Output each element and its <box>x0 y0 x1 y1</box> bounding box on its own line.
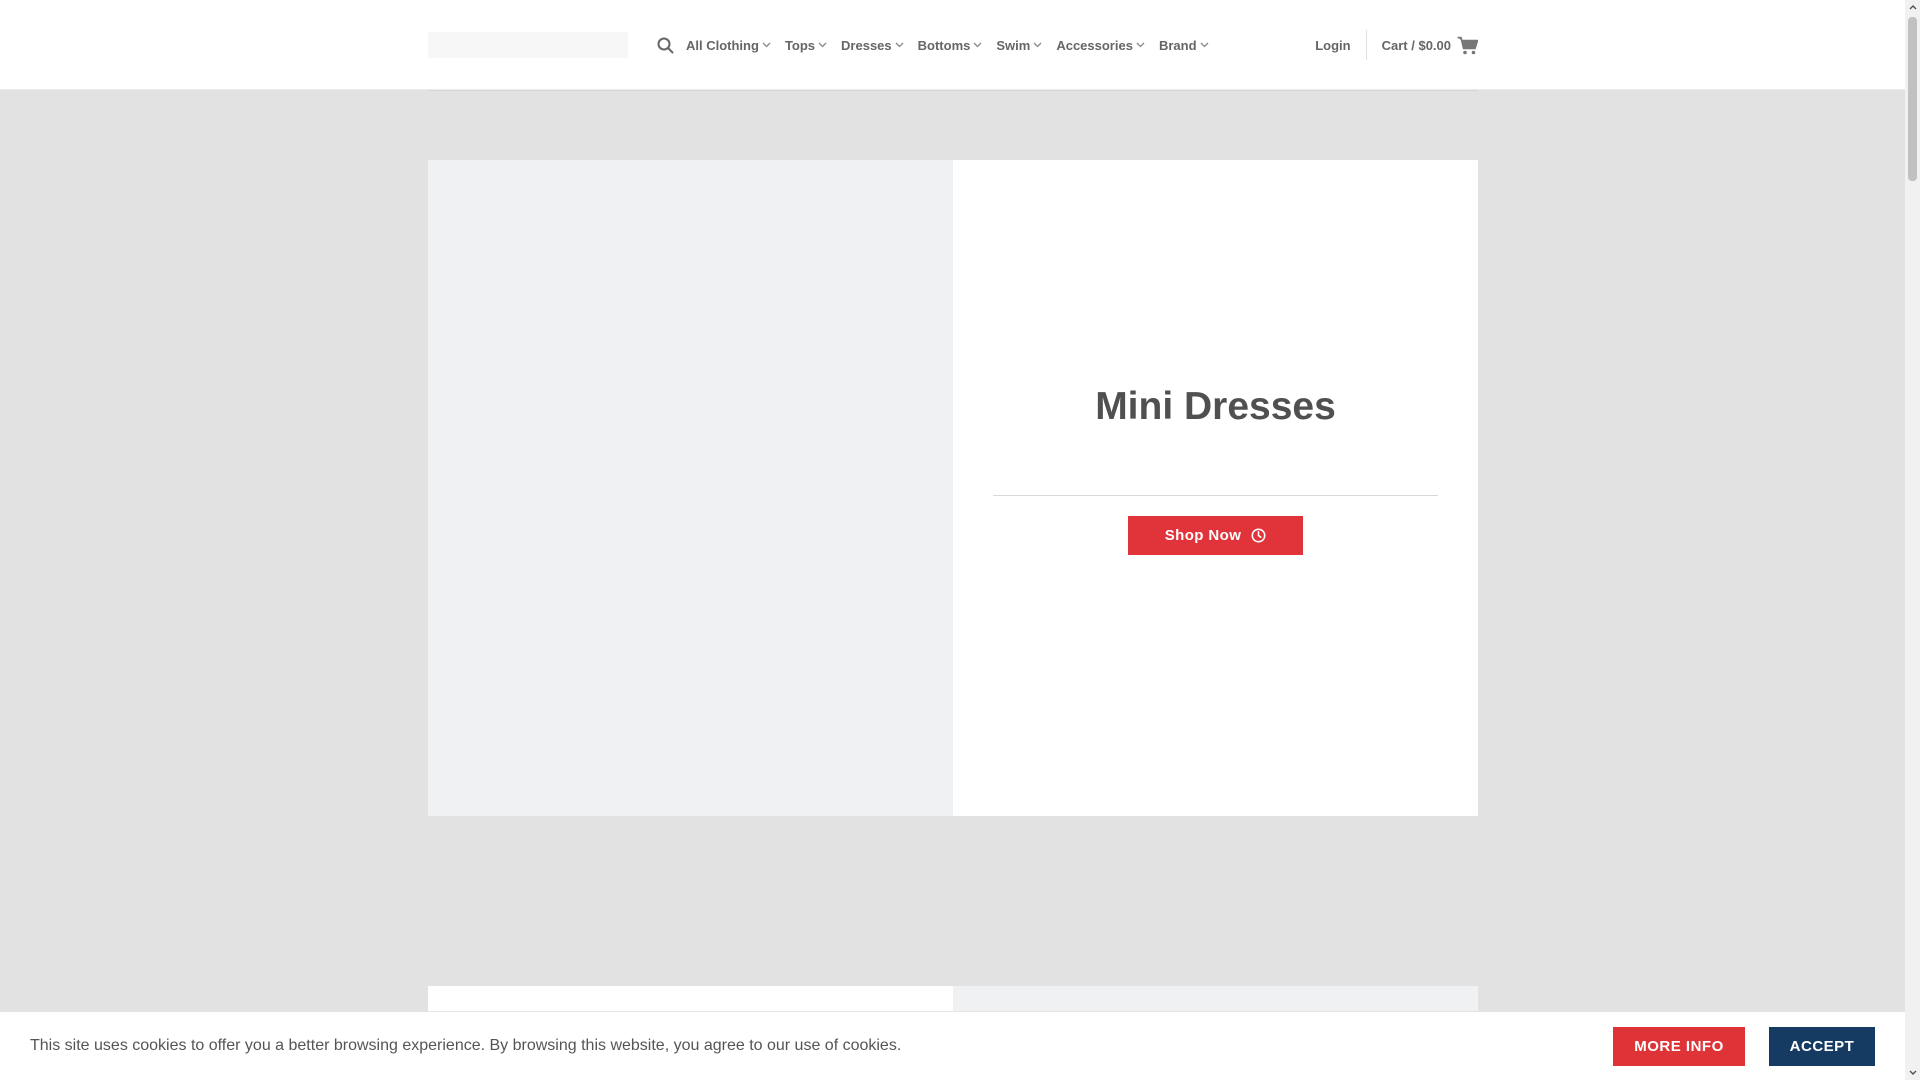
chevron-up-icon <box>1909 5 1916 10</box>
more-info-button[interactable]: MORE INFO <box>1613 1027 1745 1066</box>
promo-divider <box>993 495 1438 496</box>
nav-item-all-clothing[interactable]: All Clothing <box>686 38 771 53</box>
nav-item-label: Bottoms <box>917 37 971 53</box>
cart-label: Cart / $0.00 <box>1381 37 1451 53</box>
promo-banner: Mini Dresses Shop Now <box>428 160 1478 816</box>
nav-item-brand[interactable]: Brand <box>1159 38 1209 53</box>
search-icon <box>657 37 673 53</box>
chevron-down-icon <box>973 42 982 48</box>
site-header: All Clothing Tops Dresses Bottoms Swim A… <box>0 0 1905 90</box>
scroll-up-arrow[interactable] <box>1905 0 1920 15</box>
chevron-down-icon <box>1033 42 1042 48</box>
cookie-bar: This site uses cookies to offer you a be… <box>0 1011 1905 1080</box>
cart-icon <box>1457 36 1478 54</box>
chevron-down-icon <box>895 42 904 48</box>
chevron-down-icon <box>1200 42 1208 48</box>
search-button[interactable] <box>656 36 674 54</box>
chevron-down-icon <box>762 42 771 48</box>
site-logo[interactable] <box>428 32 628 58</box>
nav-item-label: Brand <box>1158 37 1197 53</box>
nav-item-tops[interactable]: Tops <box>785 38 827 53</box>
nav-item-label: Tops <box>784 37 816 53</box>
promo-image[interactable] <box>428 160 953 816</box>
nav-item-label: Dresses <box>841 37 892 53</box>
promo-title: Mini Dresses <box>1095 385 1336 428</box>
scroll-down-arrow[interactable] <box>1905 1065 1920 1080</box>
scrollbar-thumb[interactable] <box>1908 17 1917 181</box>
chevron-down-icon <box>1136 42 1145 48</box>
shop-now-button[interactable]: Shop Now <box>1128 516 1303 555</box>
shop-now-label: Shop Now <box>1164 527 1242 544</box>
nav-item-label: Accessories <box>1056 37 1133 53</box>
clock-icon <box>1251 528 1266 543</box>
nav-item-label: Swim <box>996 37 1031 53</box>
cookie-message: This site uses cookies to offer you a be… <box>30 1037 902 1054</box>
page-scrollbar[interactable] <box>1905 0 1920 1080</box>
nav-item-swim[interactable]: Swim <box>996 38 1042 53</box>
nav-item-dresses[interactable]: Dresses <box>841 38 904 53</box>
chevron-down-icon <box>1909 1070 1916 1075</box>
nav-item-accessories[interactable]: Accessories <box>1056 38 1145 53</box>
cart-link[interactable]: Cart / $0.00 <box>1367 36 1478 55</box>
main-nav: All Clothing Tops Dresses Bottoms Swim A… <box>686 38 1223 53</box>
header-container: All Clothing Tops Dresses Bottoms Swim A… <box>428 0 1478 90</box>
account-nav: Login Cart / $0.00 <box>1315 0 1478 90</box>
accept-button[interactable]: ACCEPT <box>1769 1027 1875 1066</box>
promo-text-panel: Mini Dresses Shop Now <box>953 160 1478 816</box>
chevron-down-icon <box>818 42 827 48</box>
nav-item-bottoms[interactable]: Bottoms <box>918 38 983 53</box>
login-link[interactable]: Login <box>1315 38 1365 53</box>
nav-item-label: All Clothing <box>686 37 759 53</box>
content-top-line <box>428 90 1478 91</box>
